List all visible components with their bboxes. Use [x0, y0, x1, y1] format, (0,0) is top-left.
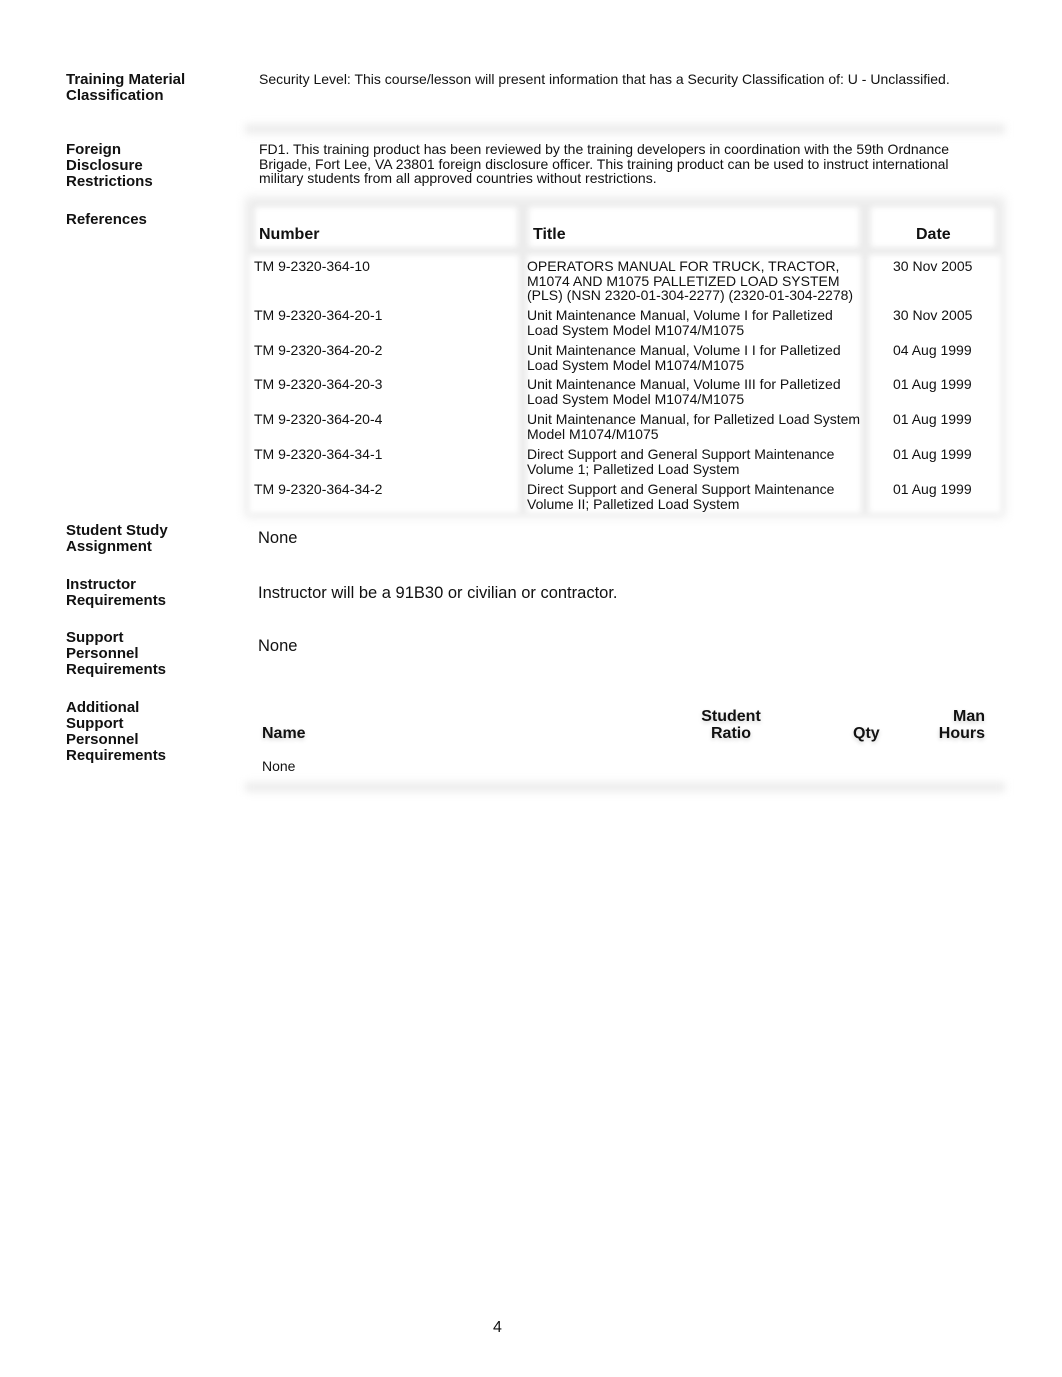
column-header-name: Name	[262, 725, 306, 742]
reference-title: Unit Maintenance Manual, Volume I for Pa…	[527, 307, 833, 338]
reference-date: 30 Nov 2005	[893, 258, 973, 274]
foreign-disclosure-text: FD1. This training product has been revi…	[259, 141, 950, 186]
reference-number: TM 9-2320-364-34-1	[254, 446, 383, 462]
references-label: References	[66, 211, 147, 228]
table-row: None	[262, 758, 295, 774]
instructor-label: Instructor Requirements	[66, 576, 167, 609]
header-cell-bg	[529, 207, 859, 247]
page-number: 4	[493, 1319, 502, 1336]
instructor-text: Instructor will be a 91B30 or civilian o…	[258, 584, 618, 602]
reference-date: 01 Aug 1999	[893, 411, 972, 427]
reference-title: Direct Support and General Support Maint…	[527, 481, 835, 512]
reference-number: TM 9-2320-364-20-4	[254, 411, 383, 427]
foreign-disclosure-label: Foreign Disclosure Restrictions	[66, 141, 153, 190]
reference-date: 01 Aug 1999	[893, 376, 972, 392]
column-header-date: Date	[916, 226, 951, 243]
student-study-label: Student Study Assignment	[66, 522, 168, 555]
reference-title: OPERATORS MANUAL FOR TRUCK, TRACTOR, M10…	[527, 258, 854, 303]
table-bottom-shadow	[245, 782, 1005, 792]
training-material-classification-label: Training Material Classification	[66, 71, 186, 104]
section-divider	[245, 124, 1005, 134]
reference-number: TM 9-2320-364-20-2	[254, 342, 383, 358]
reference-date: 04 Aug 1999	[893, 342, 972, 358]
reference-number: TM 9-2320-364-34-2	[254, 481, 383, 497]
column-header-title: Title	[533, 226, 566, 243]
column-header-student-ratio: Student Ratio	[701, 708, 761, 742]
support-personnel-label: Support Personnel Requirements	[66, 629, 167, 678]
column-header-qty: Qty	[853, 725, 880, 742]
additional-support-label: Additional Support Personnel Requirement…	[66, 699, 167, 764]
reference-number: TM 9-2320-364-20-1	[254, 307, 383, 323]
reference-date: 01 Aug 1999	[893, 481, 972, 497]
column-header-number: Number	[259, 226, 320, 243]
column-header-man-hours: Man Hours	[938, 708, 985, 742]
reference-title: Unit Maintenance Manual, Volume III for …	[527, 376, 841, 407]
reference-title: Direct Support and General Support Maint…	[527, 446, 835, 477]
student-study-text: None	[258, 529, 298, 547]
training-material-classification-text: Security Level: This course/lesson will …	[259, 71, 950, 87]
reference-title: Unit Maintenance Manual, for Palletized …	[527, 411, 861, 442]
reference-number: TM 9-2320-364-20-3	[254, 376, 383, 392]
personnel-name: None	[262, 758, 296, 774]
support-personnel-text: None	[258, 637, 298, 655]
reference-date: 01 Aug 1999	[893, 446, 972, 462]
reference-number: TM 9-2320-364-10	[254, 258, 370, 274]
reference-title: Unit Maintenance Manual, Volume I I for …	[527, 342, 841, 373]
reference-date: 30 Nov 2005	[893, 307, 973, 323]
